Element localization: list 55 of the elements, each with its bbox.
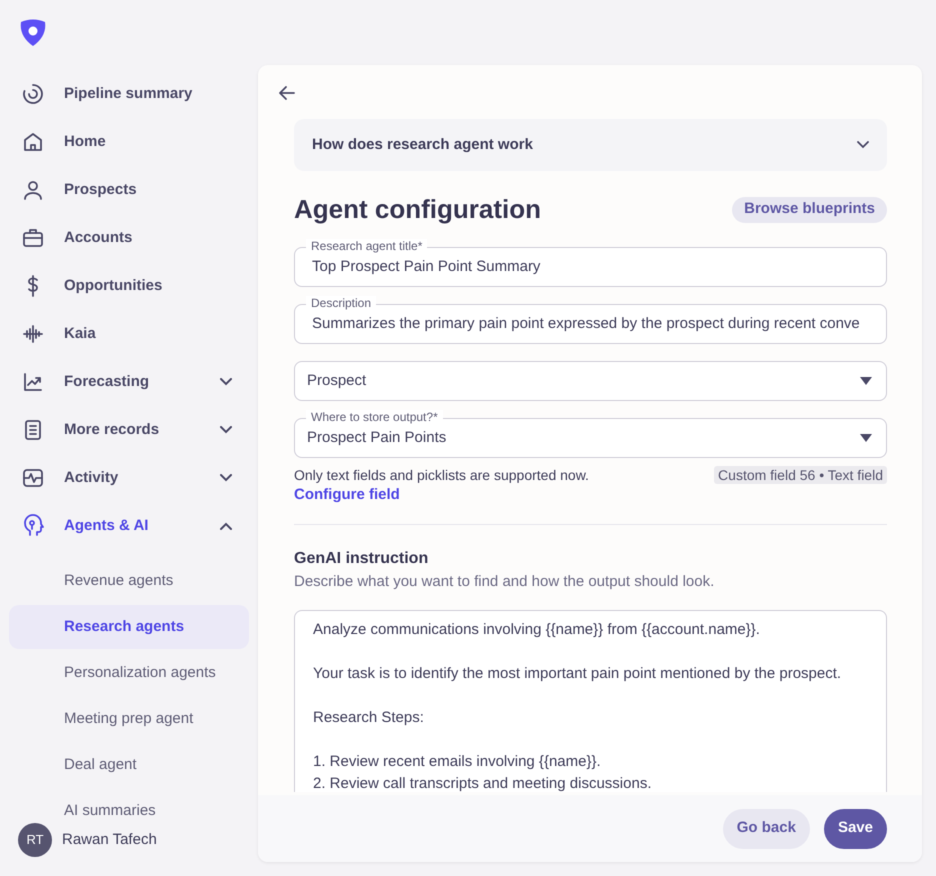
home-icon — [21, 130, 45, 154]
instruction-line: Your task is to identify the most important pain point mentioned by the prospect. — [313, 664, 842, 684]
chevron-down-icon[interactable] — [220, 378, 232, 386]
user-name: Rawan Tafech — [62, 830, 157, 850]
sidebar-item[interactable]: Activity — [0, 454, 258, 502]
sidebar-item[interactable]: More records — [0, 406, 258, 454]
chart-icon — [21, 370, 45, 394]
field-label: Description — [306, 296, 376, 310]
back-arrow-icon[interactable] — [278, 85, 296, 101]
dropdown-triangle-icon — [860, 434, 872, 442]
sidebar-subitem[interactable]: Deal agent — [9, 753, 249, 777]
browse-blueprints-button[interactable]: Browse blueprints — [732, 196, 887, 222]
chevron-down-icon[interactable] — [220, 426, 232, 434]
go-back-button[interactable]: Go back — [722, 808, 810, 848]
sidebar-subitem[interactable]: Research agents — [9, 605, 249, 649]
sidebar-item[interactable]: Forecasting — [0, 358, 258, 406]
sidebar-item[interactable]: Kaia — [0, 310, 258, 358]
sidebar-subitem[interactable]: Revenue agents — [9, 569, 249, 593]
configure-field-link[interactable]: Configure field — [294, 484, 589, 506]
sidebar-subitem[interactable]: AI summaries — [9, 799, 249, 823]
sidebar-item[interactable]: Opportunities — [0, 262, 258, 310]
logo-icon — [18, 18, 48, 48]
head-icon — [21, 514, 45, 538]
chevron-up-icon[interactable] — [220, 522, 232, 530]
instruction-line: Analyze communications involving {{name}} from {{account.name}}. — [313, 620, 761, 640]
instruction-textarea[interactable] — [294, 610, 887, 792]
field-label: Research agent title* — [306, 239, 428, 253]
instruction-line: Research Steps: — [313, 708, 425, 728]
accordion-header[interactable]: How does research agent work — [294, 119, 887, 171]
instruction-line: 1. Review recent emails involving {{name}}. — [313, 752, 602, 772]
dropdown-triangle-icon — [860, 377, 872, 385]
pipeline-icon — [21, 82, 45, 106]
sidebar-subitem[interactable]: Personalization agents — [9, 661, 249, 685]
field-label: Where to store output?* — [306, 410, 443, 424]
user-avatar[interactable]: RT — [18, 823, 52, 857]
sidebar-item[interactable]: Accounts — [0, 214, 258, 262]
sidebar-item[interactable]: Prospects — [0, 166, 258, 214]
sidebar-item[interactable]: Agents & AI — [0, 502, 258, 550]
instruction-line: 2. Review call transcripts and meeting discussions. — [313, 774, 652, 792]
sidebar-item[interactable]: Pipeline summary — [0, 70, 258, 118]
field-type-tag: Custom field 56 • Text field — [714, 466, 887, 484]
briefcase-icon — [21, 226, 45, 250]
activity-icon — [21, 466, 45, 490]
section-description: Describe what you want to find and how the output should look. — [294, 572, 716, 592]
save-button[interactable]: Save — [824, 808, 887, 848]
section-heading: GenAI instruction — [294, 549, 430, 569]
waveform-icon — [21, 322, 45, 346]
person-icon — [21, 178, 45, 202]
page-heading: Agent configuration — [294, 193, 541, 226]
sidebar-item[interactable]: Home — [0, 118, 258, 166]
chevron-down-icon — [857, 141, 869, 149]
select-field[interactable]: Prospect — [294, 361, 887, 401]
helper-text: Only text fields and picklists are supported now. — [294, 466, 589, 484]
chevron-down-icon[interactable] — [220, 474, 232, 482]
sidebar-subitem[interactable]: Meeting prep agent — [9, 707, 249, 731]
